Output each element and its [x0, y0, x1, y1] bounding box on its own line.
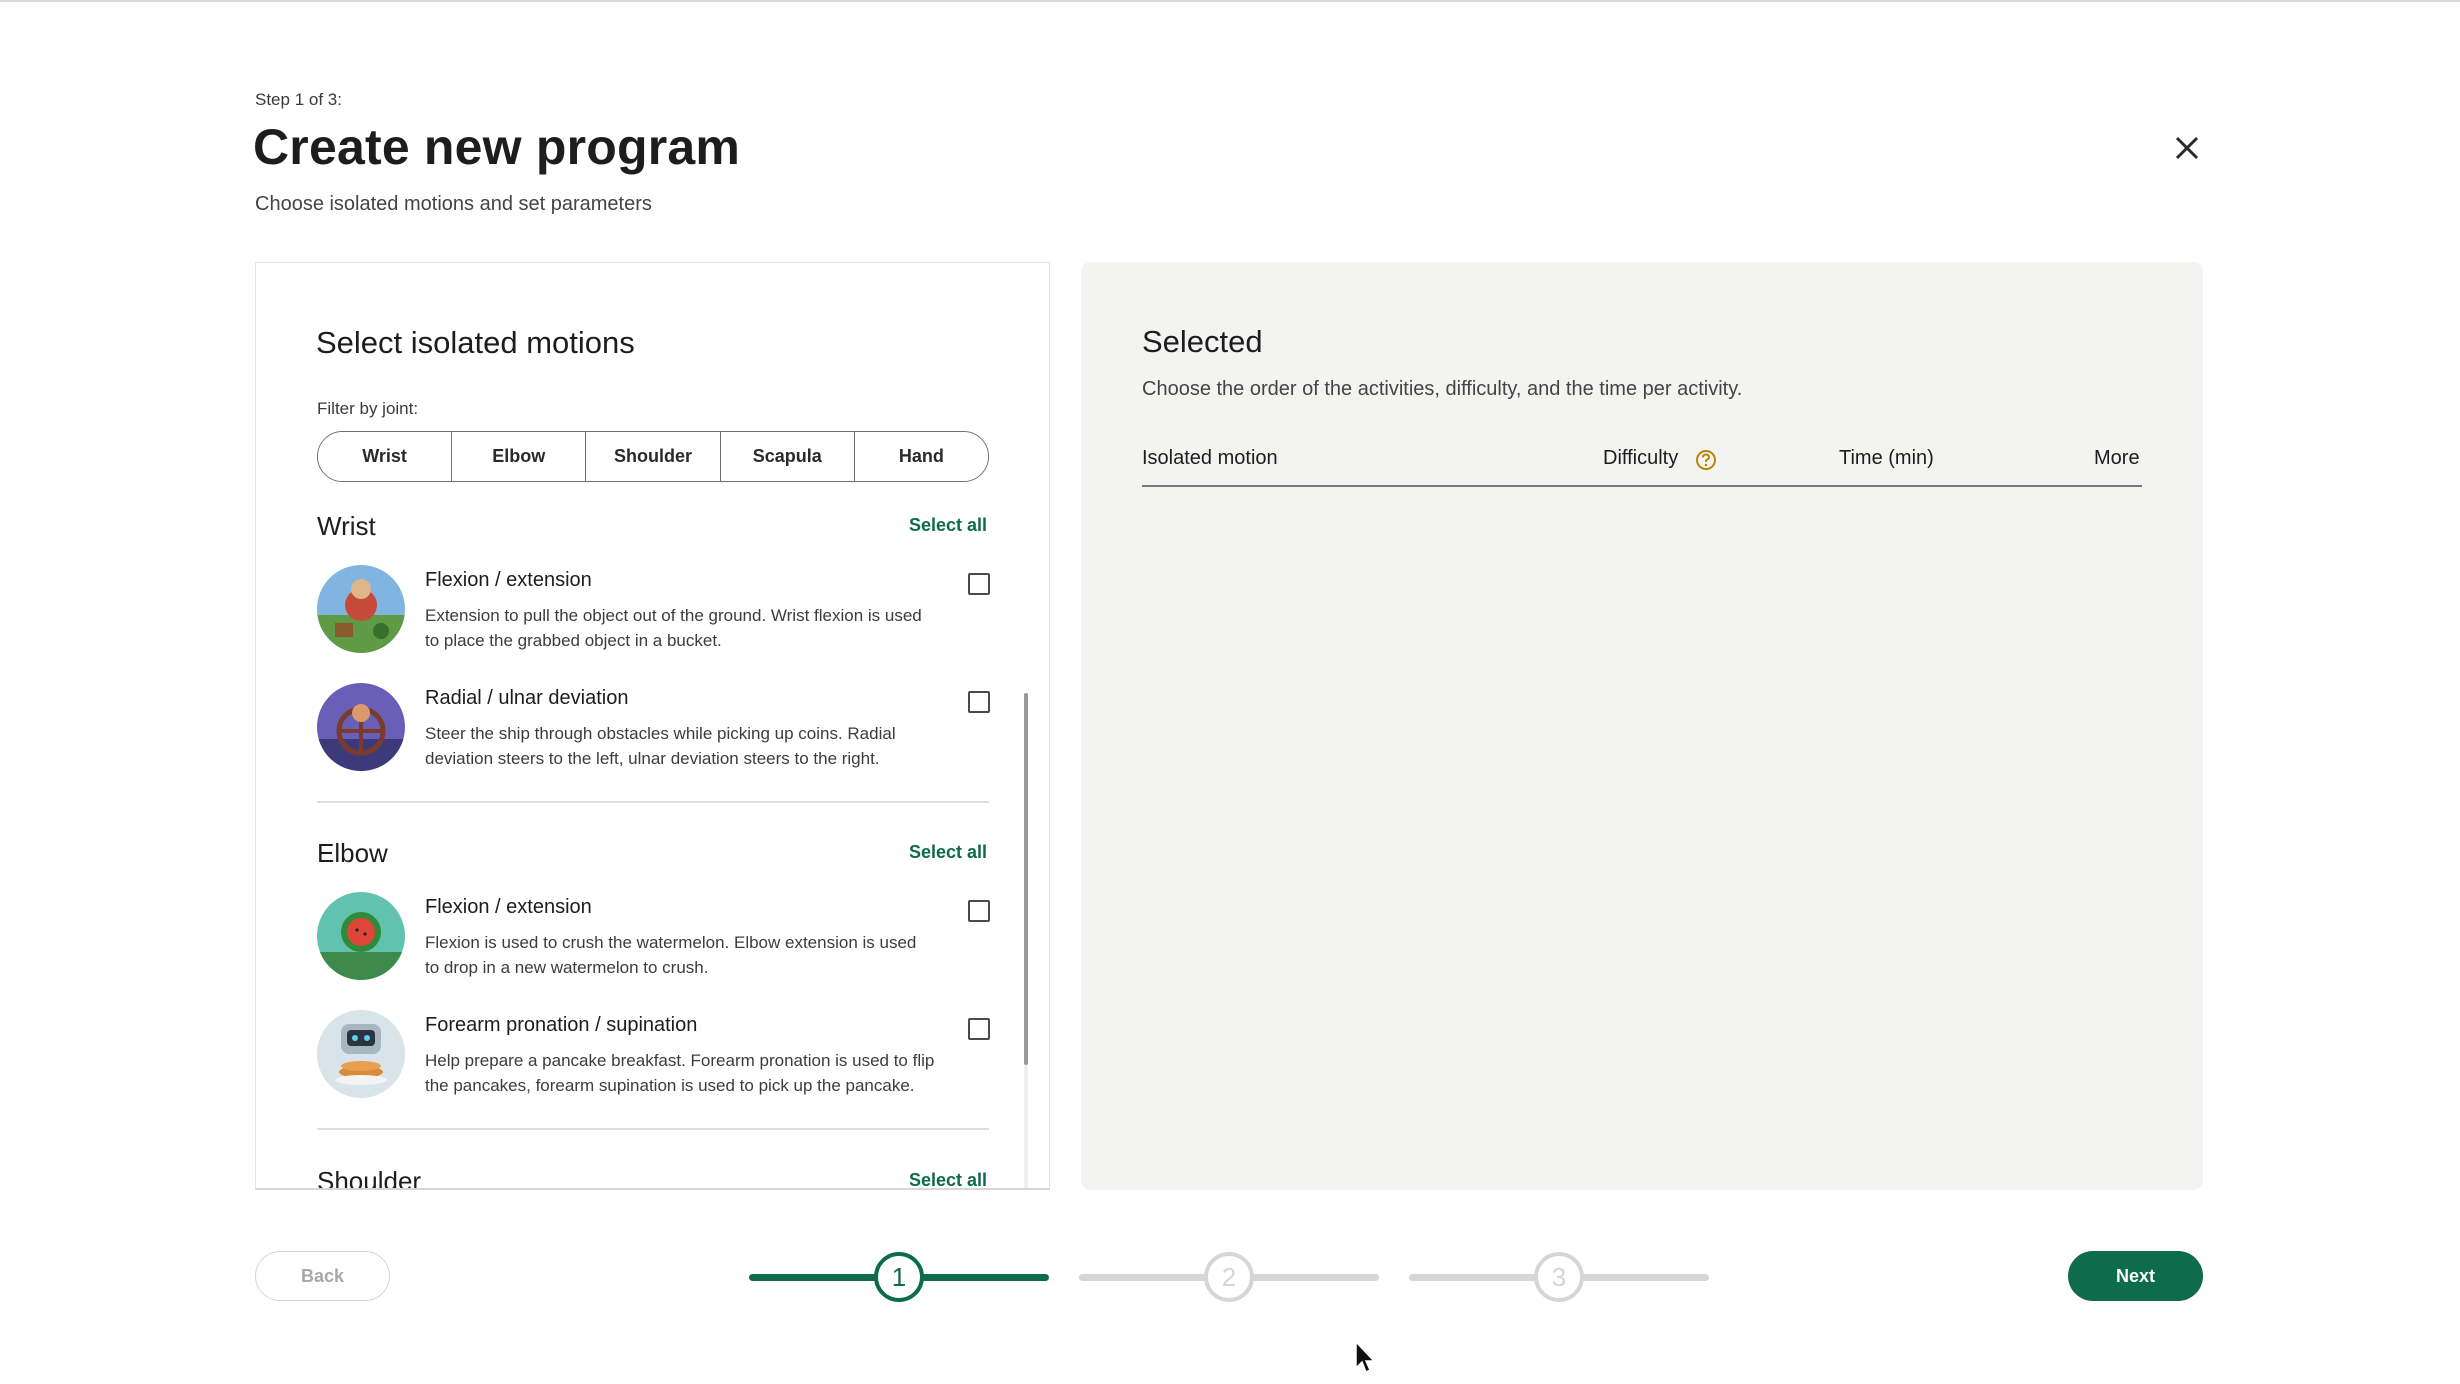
filter-elbow-button[interactable]: Elbow	[452, 432, 587, 481]
column-more: More	[2094, 447, 2140, 469]
item-title: Radial / ulnar deviation	[425, 687, 629, 709]
item-description: Flexion is used to crush the watermelon.…	[425, 933, 917, 977]
list-item[interactable]: Flexion / extension Extension to pull th…	[317, 565, 990, 683]
item-title: Forearm pronation / supination	[425, 1014, 698, 1036]
selected-subtitle: Choose the order of the activities, diff…	[1142, 378, 1743, 400]
section-divider	[317, 1128, 989, 1130]
game-thumbnail	[317, 892, 405, 980]
page-title: Create new program	[253, 119, 741, 175]
step-1-indicator: 1	[874, 1252, 924, 1302]
item-checkbox[interactable]	[968, 691, 990, 713]
item-checkbox[interactable]	[968, 573, 990, 595]
joint-filter-group: Wrist Elbow Shoulder Scapula Hand	[317, 431, 989, 482]
select-all-shoulder-button[interactable]: Select all	[909, 1170, 987, 1188]
filter-label: Filter by joint:	[317, 399, 419, 418]
filter-shoulder-button[interactable]: Shoulder	[586, 432, 721, 481]
step-label: Step 1 of 3:	[255, 90, 342, 109]
select-all-wrist-button[interactable]: Select all	[909, 515, 987, 536]
item-description: Extension to pull the object out of the …	[425, 606, 922, 650]
mouse-cursor-icon	[1354, 1340, 1378, 1376]
section-elbow: Elbow Select all Flexion / extension Fle…	[317, 838, 990, 1130]
filter-hand-button[interactable]: Hand	[854, 432, 988, 481]
close-button[interactable]	[2167, 128, 2207, 168]
selected-title: Selected	[1142, 324, 1263, 359]
list-item[interactable]: Forearm pronation / supination Help prep…	[317, 1010, 990, 1128]
game-thumbnail	[317, 1010, 405, 1098]
column-time: Time (min)	[1839, 447, 1934, 469]
panel-title: Select isolated motions	[316, 325, 635, 360]
section-shoulder: Shoulder Select all	[317, 1166, 989, 1190]
next-button[interactable]: Next	[2068, 1251, 2203, 1301]
filter-scapula-button[interactable]: Scapula	[720, 432, 855, 481]
item-description: Help prepare a pancake breakfast. Forear…	[425, 1051, 935, 1095]
game-thumbnail	[317, 683, 405, 771]
section-title: Wrist	[317, 511, 376, 541]
section-divider	[317, 801, 989, 803]
section-title: Elbow	[317, 838, 388, 868]
list-item[interactable]: Flexion / extension Flexion is used to c…	[317, 892, 990, 1010]
section-wrist: Wrist Select all Flexion / extension Ext…	[317, 511, 990, 803]
window-top-border	[0, 0, 2460, 2]
motion-selection-panel: Select isolated motions Filter by joint:…	[255, 262, 1050, 1190]
column-difficulty: Difficulty	[1603, 447, 1679, 469]
close-icon	[2175, 136, 2199, 160]
selected-motions-panel: Selected Choose the order of the activit…	[1081, 262, 2203, 1190]
item-title: Flexion / extension	[425, 896, 592, 918]
step-3-indicator: 3	[1534, 1252, 1584, 1302]
list-item[interactable]: Radial / ulnar deviation Steer the ship …	[317, 683, 990, 801]
game-thumbnail	[317, 565, 405, 653]
filter-wrist-button[interactable]: Wrist	[318, 432, 453, 481]
section-title: Shoulder	[317, 1166, 422, 1190]
select-all-elbow-button[interactable]: Select all	[909, 842, 987, 863]
item-title: Flexion / extension	[425, 569, 592, 591]
item-checkbox[interactable]	[968, 900, 990, 922]
item-description: Steer the ship through obstacles while p…	[425, 724, 896, 768]
column-isolated-motion: Isolated motion	[1142, 447, 1278, 469]
page-subtitle: Choose isolated motions and set paramete…	[255, 193, 652, 215]
selected-table-header: Isolated motion Difficulty Time (min) Mo…	[1142, 447, 2142, 487]
scrollbar-thumb[interactable]	[1024, 693, 1028, 1065]
question-icon[interactable]	[1695, 449, 1717, 471]
step-2-indicator: 2	[1204, 1252, 1254, 1302]
item-checkbox[interactable]	[968, 1018, 990, 1040]
